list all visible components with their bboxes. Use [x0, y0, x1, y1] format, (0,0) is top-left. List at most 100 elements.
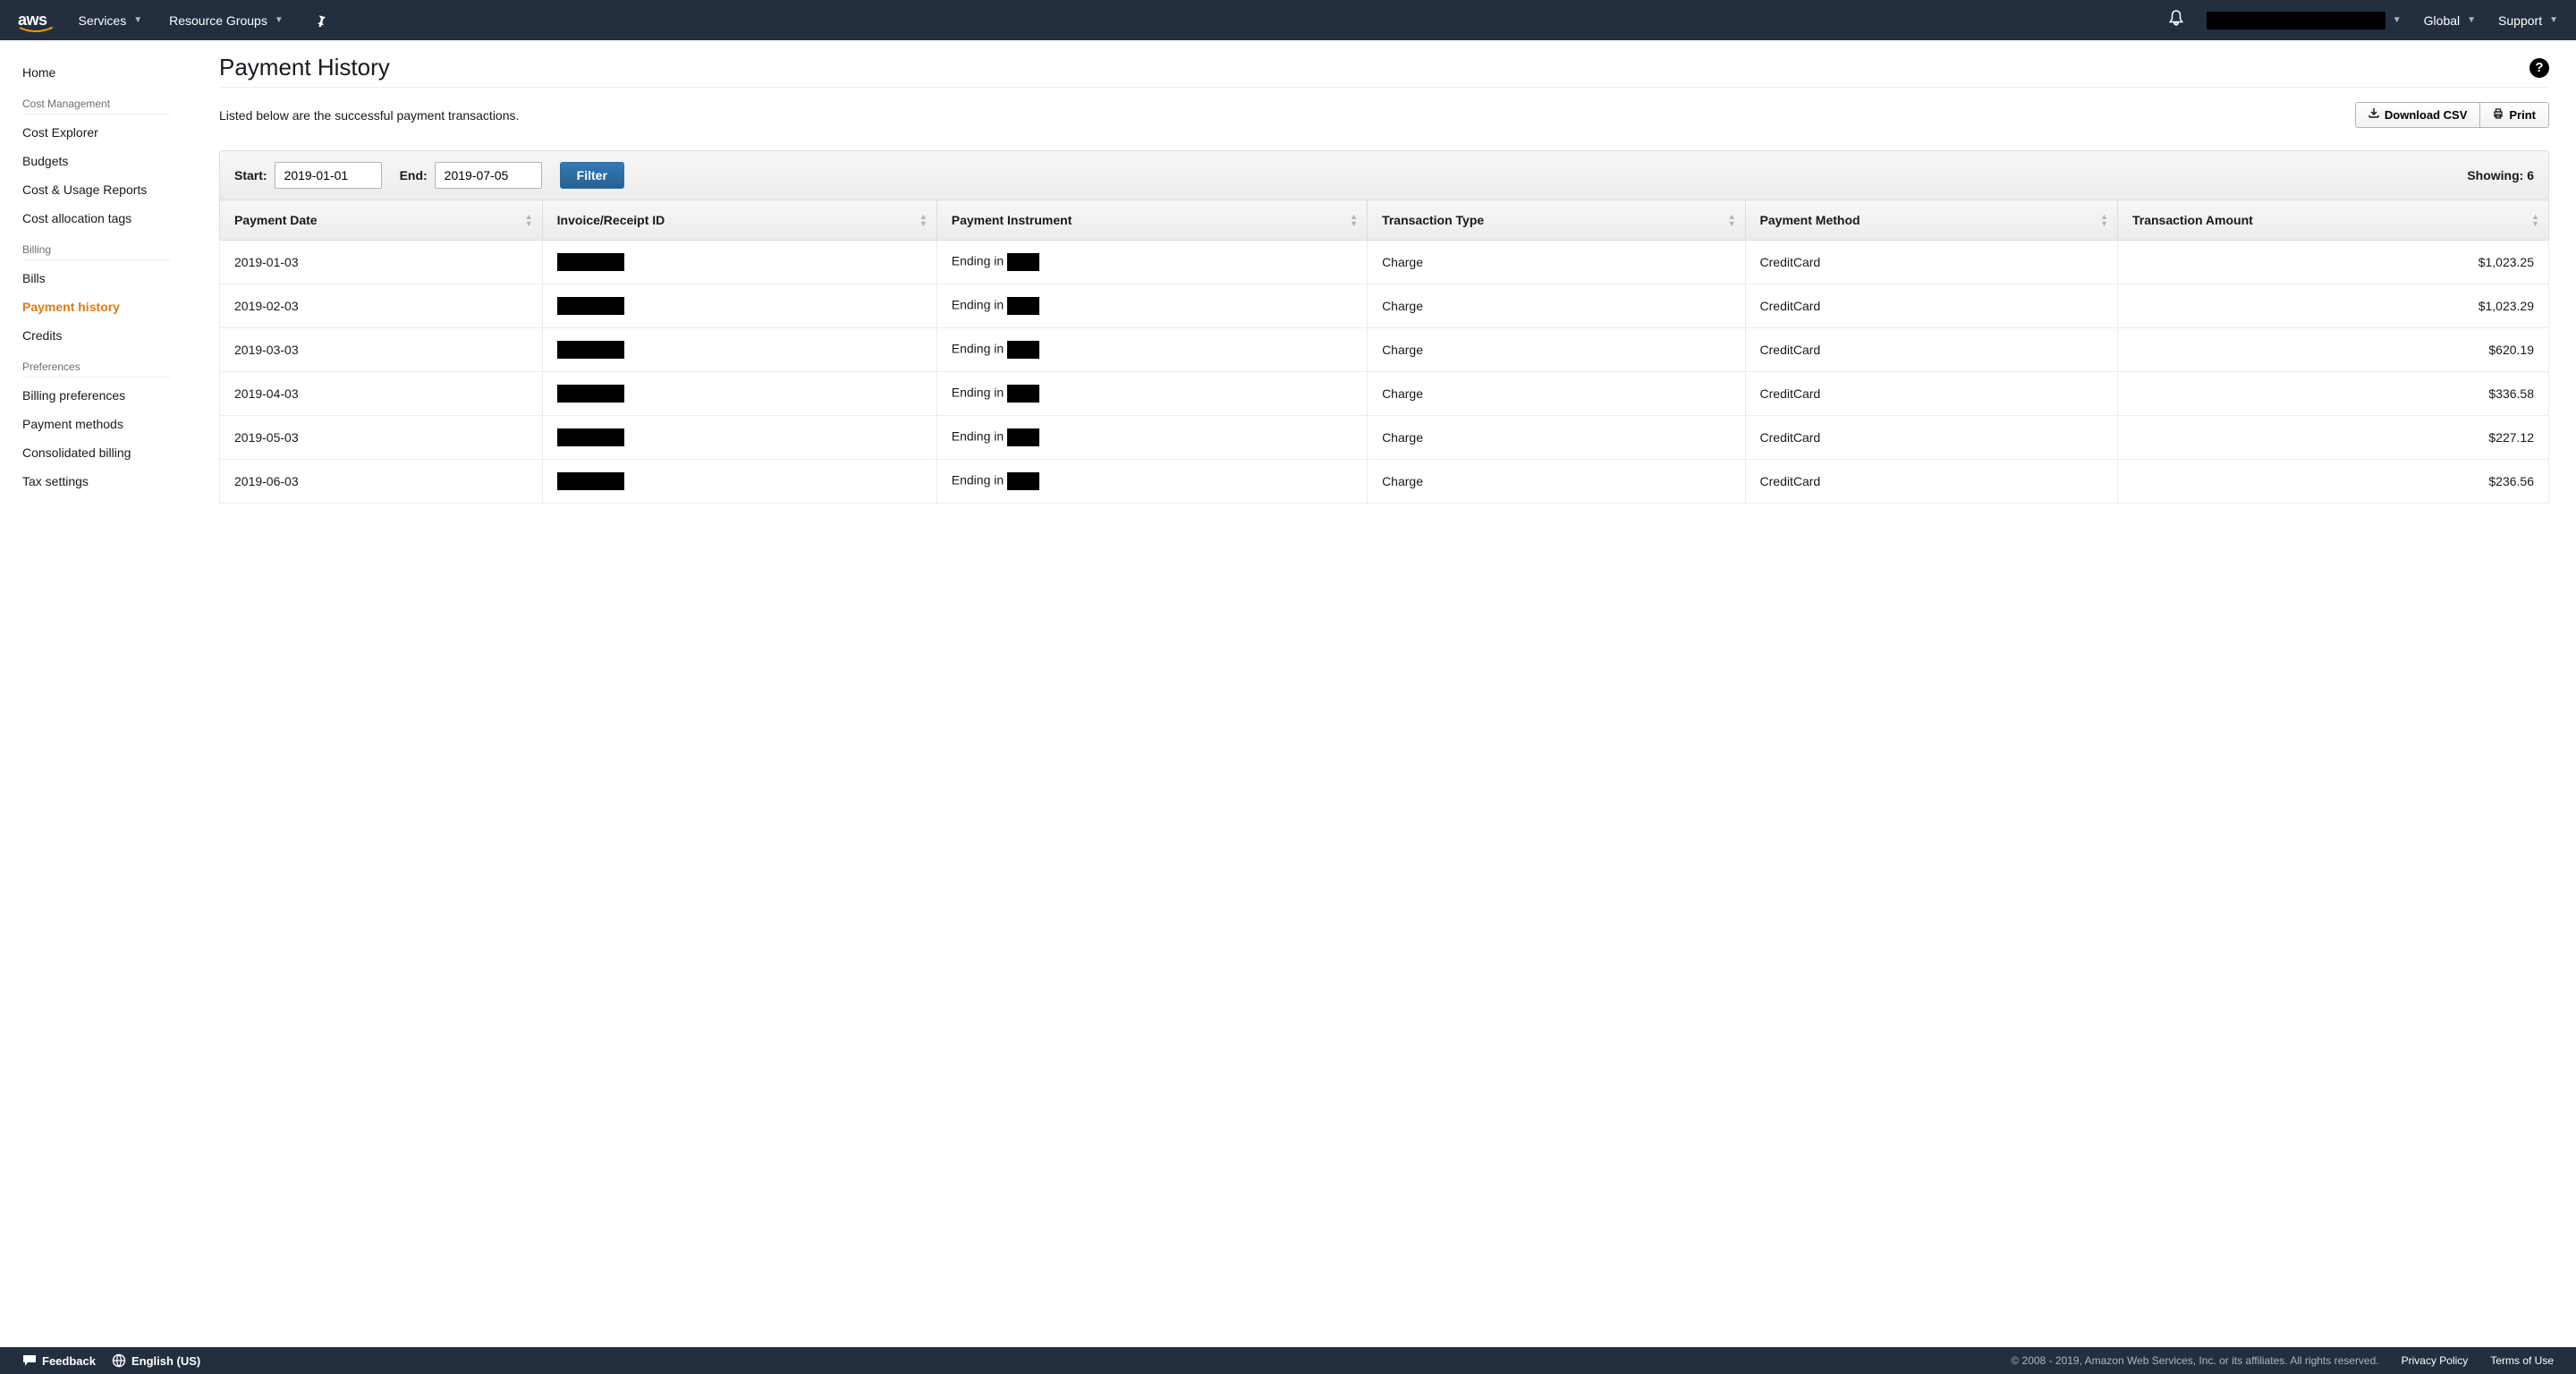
support-menu[interactable]: Support ▼ [2498, 13, 2558, 28]
sort-icon: ▲▼ [1350, 213, 1358, 227]
resource-groups-menu[interactable]: Resource Groups ▼ [169, 13, 284, 28]
table-cell: CreditCard [1745, 328, 2117, 372]
table-cell: Charge [1368, 328, 1745, 372]
table-cell: Charge [1368, 372, 1745, 416]
start-label: Start: [234, 168, 267, 182]
invoice-id-redacted [557, 253, 624, 271]
language-label: English (US) [131, 1354, 200, 1368]
table-cell [542, 241, 936, 284]
showing-count: Showing: 6 [2467, 168, 2534, 182]
copyright: © 2008 - 2019, Amazon Web Services, Inc.… [2011, 1354, 2378, 1367]
sidebar-item-consolidated-billing[interactable]: Consolidated billing [22, 438, 170, 467]
table-cell: 2019-03-03 [220, 328, 543, 372]
card-last4-redacted [1007, 472, 1039, 490]
start-date-input[interactable] [275, 162, 382, 189]
sort-icon: ▲▼ [1728, 213, 1736, 227]
table-cell: $620.19 [2117, 328, 2548, 372]
table-cell: Charge [1368, 284, 1745, 328]
sidebar-item-payment-methods[interactable]: Payment methods [22, 410, 170, 438]
sidebar-item-cost-explorer[interactable]: Cost Explorer [22, 118, 170, 147]
support-label: Support [2498, 13, 2542, 28]
account-name-redacted [2207, 12, 2385, 30]
sidebar-item-credits[interactable]: Credits [22, 321, 170, 350]
end-date-input[interactable] [435, 162, 542, 189]
sidebar-item-cost-usage-reports[interactable]: Cost & Usage Reports [22, 175, 170, 204]
chevron-down-icon: ▼ [133, 15, 142, 25]
table-cell: $227.12 [2117, 416, 2548, 460]
sidebar-heading: Preferences [22, 350, 170, 377]
sidebar-item-cost-allocation-tags[interactable]: Cost allocation tags [22, 204, 170, 233]
card-last4-redacted [1007, 297, 1039, 315]
filter-bar: Start: End: Filter Showing: 6 [219, 150, 2549, 199]
filter-button[interactable]: Filter [560, 162, 624, 189]
table-cell: CreditCard [1745, 284, 2117, 328]
privacy-policy-link[interactable]: Privacy Policy [2402, 1354, 2469, 1367]
table-cell: 2019-01-03 [220, 241, 543, 284]
region-label: Global [2424, 13, 2460, 28]
table-cell [542, 416, 936, 460]
table-cell [542, 372, 936, 416]
resource-groups-label: Resource Groups [169, 13, 267, 28]
table-cell: Ending in [936, 460, 1367, 504]
terms-of-use-link[interactable]: Terms of Use [2490, 1354, 2554, 1367]
pin-icon[interactable] [315, 14, 327, 27]
print-button[interactable]: Print [2479, 102, 2549, 128]
table-cell: 2019-05-03 [220, 416, 543, 460]
feedback-link[interactable]: Feedback [22, 1354, 96, 1368]
topbar-right: ▼ Global ▼ Support ▼ [2168, 10, 2558, 30]
card-last4-redacted [1007, 253, 1039, 271]
table-cell [542, 328, 936, 372]
table-cell: CreditCard [1745, 416, 2117, 460]
sidebar-item-home[interactable]: Home [22, 58, 170, 87]
card-last4-redacted [1007, 341, 1039, 359]
sidebar-item-bills[interactable]: Bills [22, 264, 170, 293]
table-cell: 2019-02-03 [220, 284, 543, 328]
sidebar-heading: Billing [22, 233, 170, 260]
region-menu[interactable]: Global ▼ [2424, 13, 2476, 28]
end-label: End: [400, 168, 428, 182]
column-header[interactable]: Invoice/Receipt ID▲▼ [542, 200, 936, 241]
invoice-id-redacted [557, 385, 624, 403]
column-header[interactable]: Payment Method▲▼ [1745, 200, 2117, 241]
sidebar-item-budgets[interactable]: Budgets [22, 147, 170, 175]
table-cell: Charge [1368, 460, 1745, 504]
sort-icon: ▲▼ [525, 213, 533, 227]
card-last4-redacted [1007, 385, 1039, 403]
payments-table: Payment Date▲▼Invoice/Receipt ID▲▼Paymen… [219, 199, 2549, 504]
table-cell: CreditCard [1745, 241, 2117, 284]
aws-logo[interactable]: aws [18, 11, 79, 30]
download-csv-button[interactable]: Download CSV [2355, 102, 2480, 128]
chat-icon [22, 1354, 37, 1367]
column-header[interactable]: Payment Instrument▲▼ [936, 200, 1367, 241]
column-header[interactable]: Transaction Type▲▼ [1368, 200, 1745, 241]
chevron-down-icon: ▼ [2549, 15, 2558, 25]
download-csv-label: Download CSV [2385, 108, 2467, 122]
sidebar-item-billing-preferences[interactable]: Billing preferences [22, 381, 170, 410]
sidebar-item-payment-history[interactable]: Payment history [22, 293, 170, 321]
invoice-id-redacted [557, 341, 624, 359]
account-menu[interactable]: ▼ [2207, 12, 2402, 30]
help-icon[interactable]: ? [2529, 58, 2549, 78]
column-header[interactable]: Payment Date▲▼ [220, 200, 543, 241]
language-selector[interactable]: English (US) [112, 1353, 200, 1368]
table-row: 2019-03-03Ending in ChargeCreditCard$620… [220, 328, 2549, 372]
table-cell: Ending in [936, 241, 1367, 284]
table-cell: Ending in [936, 416, 1367, 460]
sidebar-heading: Cost Management [22, 87, 170, 114]
table-row: 2019-06-03Ending in ChargeCreditCard$236… [220, 460, 2549, 504]
table-cell: $236.56 [2117, 460, 2548, 504]
top-nav: aws Services ▼ Resource Groups ▼ ▼ Globa… [0, 0, 2576, 40]
globe-icon [112, 1353, 126, 1368]
table-row: 2019-01-03Ending in ChargeCreditCard$1,0… [220, 241, 2549, 284]
table-cell: $336.58 [2117, 372, 2548, 416]
sort-icon: ▲▼ [2100, 213, 2108, 227]
chevron-down-icon: ▼ [2467, 15, 2476, 25]
table-cell: 2019-06-03 [220, 460, 543, 504]
table-cell: Charge [1368, 416, 1745, 460]
sidebar-item-tax-settings[interactable]: Tax settings [22, 467, 170, 496]
notifications-icon[interactable] [2168, 10, 2184, 30]
table-cell: Ending in [936, 284, 1367, 328]
column-header[interactable]: Transaction Amount▲▼ [2117, 200, 2548, 241]
services-menu[interactable]: Services ▼ [79, 13, 143, 28]
table-row: 2019-04-03Ending in ChargeCreditCard$336… [220, 372, 2549, 416]
